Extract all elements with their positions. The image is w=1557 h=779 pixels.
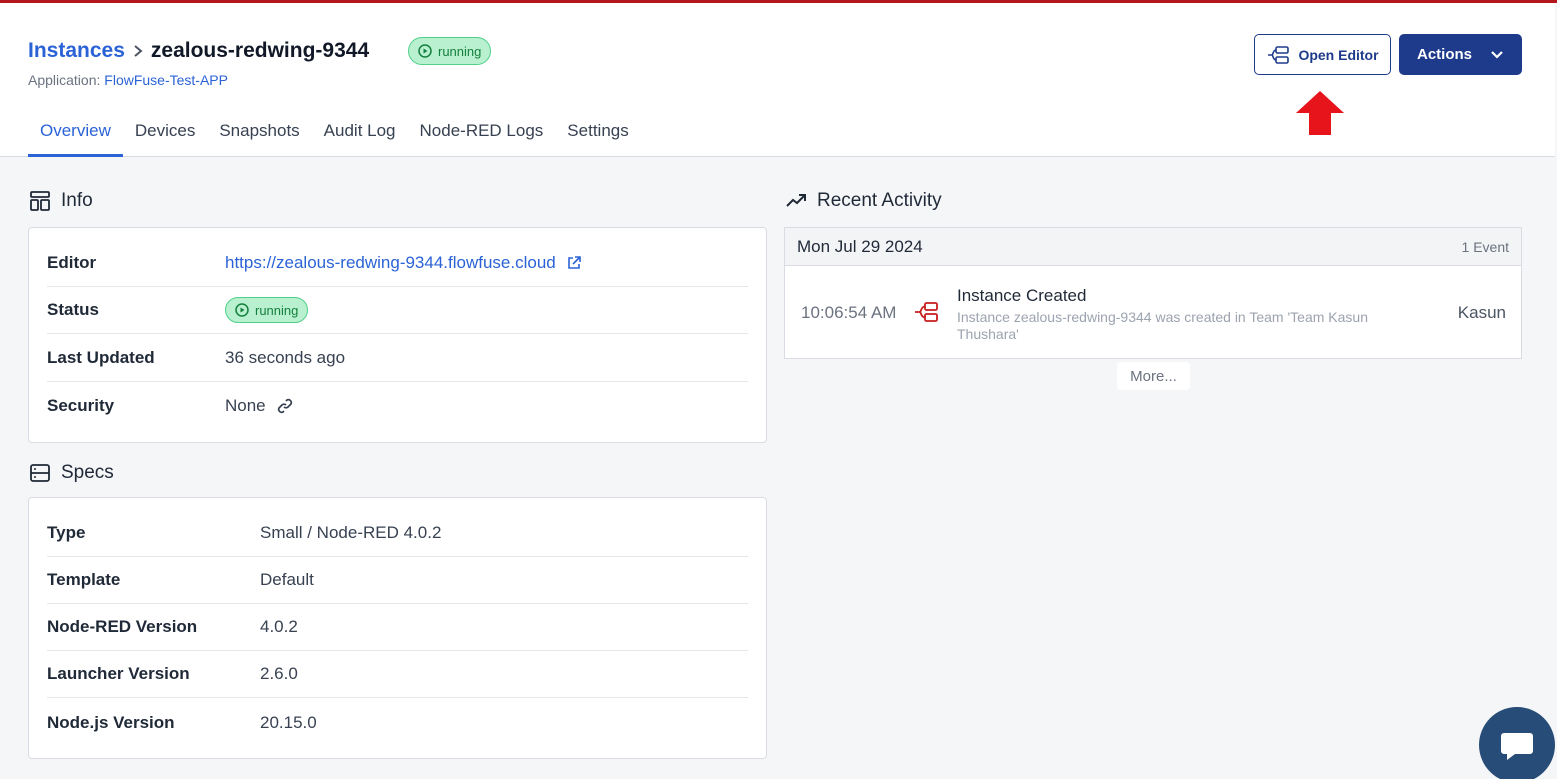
chevron-right-icon <box>132 44 144 58</box>
activity-title: Recent Activity <box>817 190 942 211</box>
security-value: None <box>225 395 266 415</box>
info-title: Info <box>61 190 93 211</box>
more-activity-button[interactable]: More... <box>1117 362 1190 390</box>
specs-card: Type Small / Node-RED 4.0.2 Template Def… <box>28 497 767 759</box>
status-badge: running <box>408 37 492 65</box>
tab-devices[interactable]: Devices <box>123 113 207 157</box>
event-description: Instance zealous-redwing-9344 was create… <box>957 309 1368 342</box>
info-row-editor: Editor https://zealous-redwing-9344.flow… <box>47 240 748 287</box>
server-icon <box>30 464 50 482</box>
application-label: Application: <box>28 72 101 88</box>
specs-value-nodejs-version: 20.15.0 <box>260 712 317 732</box>
specs-row-launcher-version: Launcher Version 2.6.0 <box>47 651 748 698</box>
info-key-editor: Editor <box>47 253 97 272</box>
status-badge: running <box>225 297 309 323</box>
info-section-title: Info <box>29 190 93 212</box>
specs-key-launcher-version: Launcher Version <box>47 664 190 683</box>
play-circle-icon <box>418 44 432 58</box>
annotation-arrow <box>1296 91 1344 140</box>
specs-key-type: Type <box>47 523 86 542</box>
trending-up-icon <box>786 194 806 207</box>
actions-dropdown-button[interactable]: Actions <box>1399 34 1522 75</box>
actions-label: Actions <box>1416 46 1472 63</box>
info-row-security: Security None <box>47 382 748 429</box>
chat-icon <box>1501 733 1533 760</box>
activity-date-header: Mon Jul 29 2024 1 Event <box>785 228 1521 266</box>
info-value-security: None <box>225 396 294 416</box>
tab-audit-log[interactable]: Audit Log <box>312 113 408 157</box>
activity-section-title: Recent Activity <box>785 190 942 212</box>
specs-key-node-red-version: Node-RED Version <box>47 617 198 636</box>
external-link-icon[interactable] <box>566 255 582 271</box>
specs-value-type: Small / Node-RED 4.0.2 <box>260 523 442 542</box>
activity-event-count: 1 Event <box>1461 238 1509 255</box>
info-key-last-updated: Last Updated <box>47 348 155 367</box>
event-title: Instance Created <box>957 286 1087 305</box>
status-badge-label: running <box>438 43 482 59</box>
open-editor-button[interactable]: Open Editor <box>1254 34 1391 75</box>
specs-value-node-red-version: 4.0.2 <box>260 617 298 636</box>
template-icon <box>30 191 50 211</box>
specs-title: Specs <box>61 462 114 483</box>
info-value-editor: https://zealous-redwing-9344.flowfuse.cl… <box>225 253 582 273</box>
specs-key-nodejs-version: Node.js Version <box>47 712 175 732</box>
chevron-down-icon <box>1491 50 1503 59</box>
tab-node-red-logs[interactable]: Node-RED Logs <box>408 113 556 157</box>
application-link[interactable]: FlowFuse-Test-APP <box>104 72 228 88</box>
breadcrumb-instances-link[interactable]: Instances <box>28 39 125 63</box>
chat-widget-button[interactable] <box>1479 707 1555 779</box>
info-card: Editor https://zealous-redwing-9344.flow… <box>28 227 767 443</box>
editor-url-link[interactable]: https://zealous-redwing-9344.flowfuse.cl… <box>225 253 556 273</box>
instance-created-icon <box>913 301 939 328</box>
info-row-last-updated: Last Updated 36 seconds ago <box>47 335 748 382</box>
tab-overview[interactable]: Overview <box>28 113 123 157</box>
specs-section-title: Specs <box>29 462 114 484</box>
info-key-status: Status <box>47 300 99 319</box>
tab-snapshots[interactable]: Snapshots <box>207 113 311 157</box>
tab-settings[interactable]: Settings <box>555 113 640 157</box>
specs-row-node-red-version: Node-RED Version 4.0.2 <box>47 604 748 651</box>
activity-date: Mon Jul 29 2024 <box>797 236 923 256</box>
event-user: Kasun <box>1457 303 1506 322</box>
specs-row-type: Type Small / Node-RED 4.0.2 <box>47 510 748 557</box>
specs-key-template: Template <box>47 570 121 589</box>
breadcrumb: Instances zealous-redwing-9344 running <box>28 37 492 65</box>
page-header: Instances zealous-redwing-9344 running A… <box>0 3 1555 157</box>
specs-value-template: Default <box>260 570 314 589</box>
tab-bar: Overview Devices Snapshots Audit Log Nod… <box>28 113 641 157</box>
specs-value-launcher-version: 2.6.0 <box>260 664 298 683</box>
event-time: 10:06:54 AM <box>801 303 897 322</box>
link-icon[interactable] <box>276 397 294 415</box>
specs-row-nodejs-version: Node.js Version 20.15.0 <box>47 699 748 746</box>
status-badge-label: running <box>255 302 299 318</box>
info-key-security: Security <box>47 395 115 415</box>
application-line: Application: FlowFuse-Test-APP <box>28 72 228 88</box>
play-circle-icon <box>235 303 249 317</box>
flow-icon <box>1268 45 1290 64</box>
info-row-status: Status running <box>47 287 748 334</box>
info-value-status: running <box>225 297 309 323</box>
activity-panel: Mon Jul 29 2024 1 Event 10:06:54 AM Inst… <box>784 227 1522 359</box>
open-editor-label: Open Editor <box>1298 46 1379 63</box>
info-value-last-updated: 36 seconds ago <box>225 348 346 367</box>
page-title: zealous-redwing-9344 <box>150 39 370 62</box>
specs-row-template: Template Default <box>47 557 748 604</box>
